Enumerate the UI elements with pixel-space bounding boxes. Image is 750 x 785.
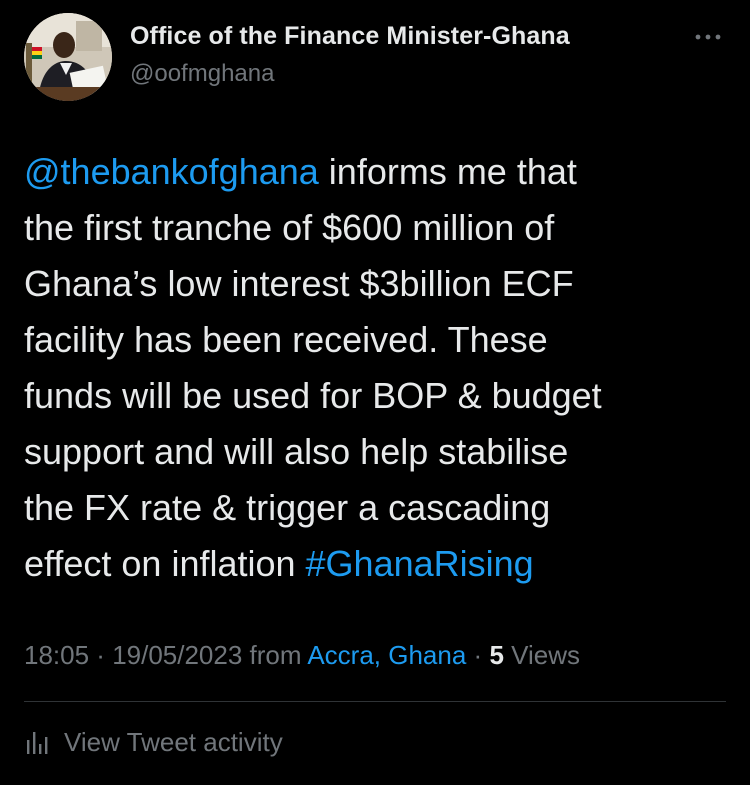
tweet-text-segment: informs me that [318,151,577,192]
meta-separator: · [466,640,490,670]
views-label: Views [503,640,581,670]
tweet-text-line: facility has been received. These [24,319,548,360]
tweet-text-line: effect on inflation #GhanaRising [24,536,724,592]
tweet-text-line: support and will also help stabilise [24,431,569,472]
tweet-text-line: the first tranche of $600 million of [24,207,555,248]
bar-chart-icon [27,732,48,754]
author-handle[interactable]: @oofmghana [130,60,274,88]
tweet-text: @thebankofghana informs me that the firs… [24,144,724,592]
more-options-button[interactable] [690,26,726,48]
tweet-text-line: Ghana’s low interest $3billion ECF [24,263,574,304]
tweet-text-line: the FX rate & trigger a cascading [24,487,551,528]
views-count: 5 [489,640,504,670]
tweet-detail: Office of the Finance Minister-Ghana @oo… [0,0,750,785]
tweet-date[interactable]: 19/05/2023 [112,640,242,670]
view-tweet-activity-button[interactable]: View Tweet activity [24,722,283,762]
profile-photo-icon [24,13,112,101]
tweet-metadata: 18:05 · 19/05/2023 from Accra, Ghana · 5… [24,640,580,671]
tweet-text-line: funds will be used for BOP & budget [24,375,602,416]
hashtag-link[interactable]: #GhanaRising [306,543,534,584]
tweet-text-line: @thebankofghana informs me that [24,144,724,200]
tweet-time[interactable]: 18:05 [24,640,89,670]
location-link[interactable]: Accra, Ghana [307,640,466,670]
author-display-name[interactable]: Office of the Finance Minister-Ghana [130,22,570,51]
divider [24,701,726,702]
mention-link[interactable]: @thebankofghana [24,151,319,192]
meta-separator: · [89,640,113,670]
from-label: from [242,640,308,670]
avatar[interactable] [24,13,112,101]
tweet-text-segment: effect on inflation [24,543,306,584]
view-tweet-activity-label: View Tweet activity [64,726,283,757]
more-horizontal-icon [695,34,721,40]
